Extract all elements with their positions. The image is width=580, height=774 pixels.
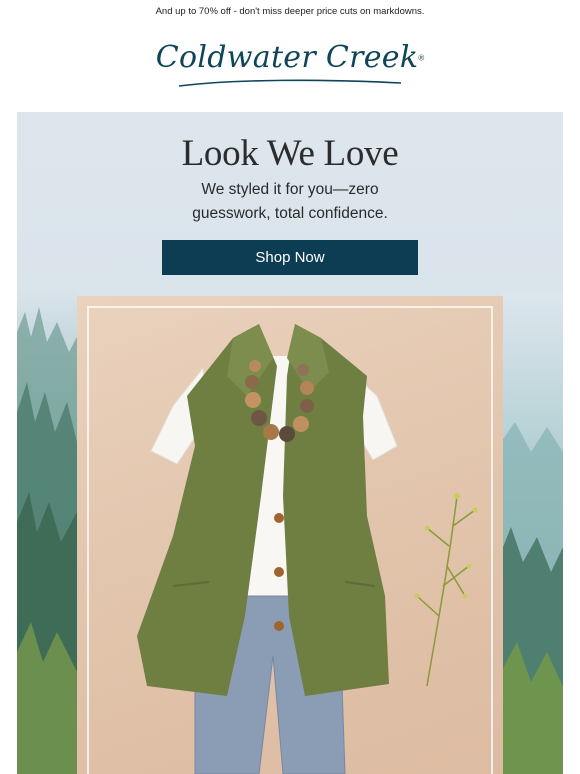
- outfit-image: [137, 324, 478, 774]
- shop-now-button[interactable]: Shop Now: [162, 240, 418, 275]
- hero-section: Look We Love We styled it for you—zero g…: [17, 112, 563, 774]
- brand-logo[interactable]: Coldwater Creek®: [0, 40, 580, 87]
- hero-subtitle: We styled it for you—zero guesswork, tot…: [192, 181, 388, 222]
- forest-left-image: [17, 292, 77, 774]
- product-image-card[interactable]: [77, 296, 503, 774]
- brand-logo-text: Coldwater Creek: [155, 40, 419, 75]
- logo-swoosh-icon: [178, 79, 402, 87]
- trademark-mark: ®: [418, 53, 425, 63]
- hero-title: Look We Love: [181, 133, 399, 174]
- promo-text: And up to 70% off - don't miss deeper pr…: [155, 6, 425, 17]
- promo-banner[interactable]: And up to 70% off - don't miss deeper pr…: [0, 6, 580, 17]
- wildflower-sprig-image: [414, 493, 478, 687]
- forest-right-image: [501, 292, 563, 774]
